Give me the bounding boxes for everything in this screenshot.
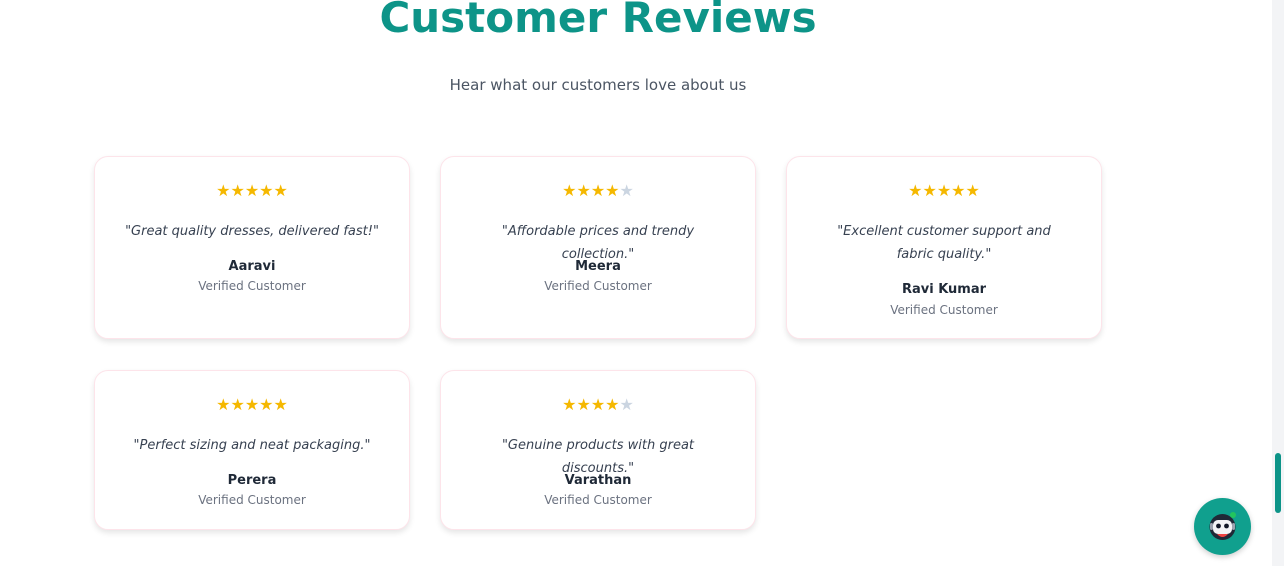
robot-chat-icon	[1209, 512, 1236, 540]
star-rating: ★★★★★	[441, 181, 755, 201]
review-card: ★★★★★ "Great quality dresses, delivered …	[94, 156, 410, 339]
review-card: ★★★★★ "Excellent customer support and fa…	[786, 156, 1102, 339]
star-empty-icons: ★	[619, 181, 634, 200]
scrollbar-thumb[interactable]	[1275, 453, 1281, 513]
review-quote: "Perfect sizing and neat packaging."	[133, 438, 371, 453]
review-quote: "Great quality dresses, delivered fast!"	[125, 224, 379, 239]
reviews-section: Customer Reviews Hear what our customers…	[0, 0, 1284, 566]
section-subtitle: Hear what our customers love about us	[449, 76, 747, 94]
reviewer-name: Perera	[227, 473, 277, 488]
review-card: ★★★★★ "Perfect sizing and neat packaging…	[94, 370, 410, 530]
star-rating: ★★★★★	[95, 181, 409, 201]
reviewer-role: Verified Customer	[198, 493, 306, 507]
reviewer-name: Varathan	[564, 473, 632, 488]
reviewer-name: Aaravi	[228, 259, 276, 274]
scrollbar-track[interactable]	[1272, 0, 1284, 566]
star-empty-icons: ★	[619, 395, 634, 414]
star-filled-icons: ★★★★★	[216, 395, 288, 414]
review-card: ★★★★★ "Genuine products with great disco…	[440, 370, 756, 530]
star-filled-icons: ★★★★★	[216, 181, 288, 200]
star-filled-icons: ★★★★	[562, 181, 620, 200]
reviewer-role: Verified Customer	[890, 303, 998, 317]
star-filled-icons: ★★★★★	[908, 181, 980, 200]
star-rating: ★★★★★	[95, 395, 409, 415]
review-card: ★★★★★ "Affordable prices and trendy coll…	[440, 156, 756, 339]
reviewer-role: Verified Customer	[198, 279, 306, 293]
chat-assistant-button[interactable]	[1194, 498, 1251, 555]
reviewer-name: Ravi Kumar	[901, 282, 987, 297]
reviewer-name: Meera	[575, 259, 621, 274]
reviewer-role: Verified Customer	[544, 493, 652, 507]
review-quote: "Excellent customer support and fabric q…	[837, 224, 1051, 262]
section-title: Customer Reviews	[379, 0, 817, 42]
reviewer-role: Verified Customer	[544, 279, 652, 293]
star-filled-icons: ★★★★	[562, 395, 620, 414]
star-rating: ★★★★★	[787, 181, 1101, 201]
star-rating: ★★★★★	[441, 395, 755, 415]
